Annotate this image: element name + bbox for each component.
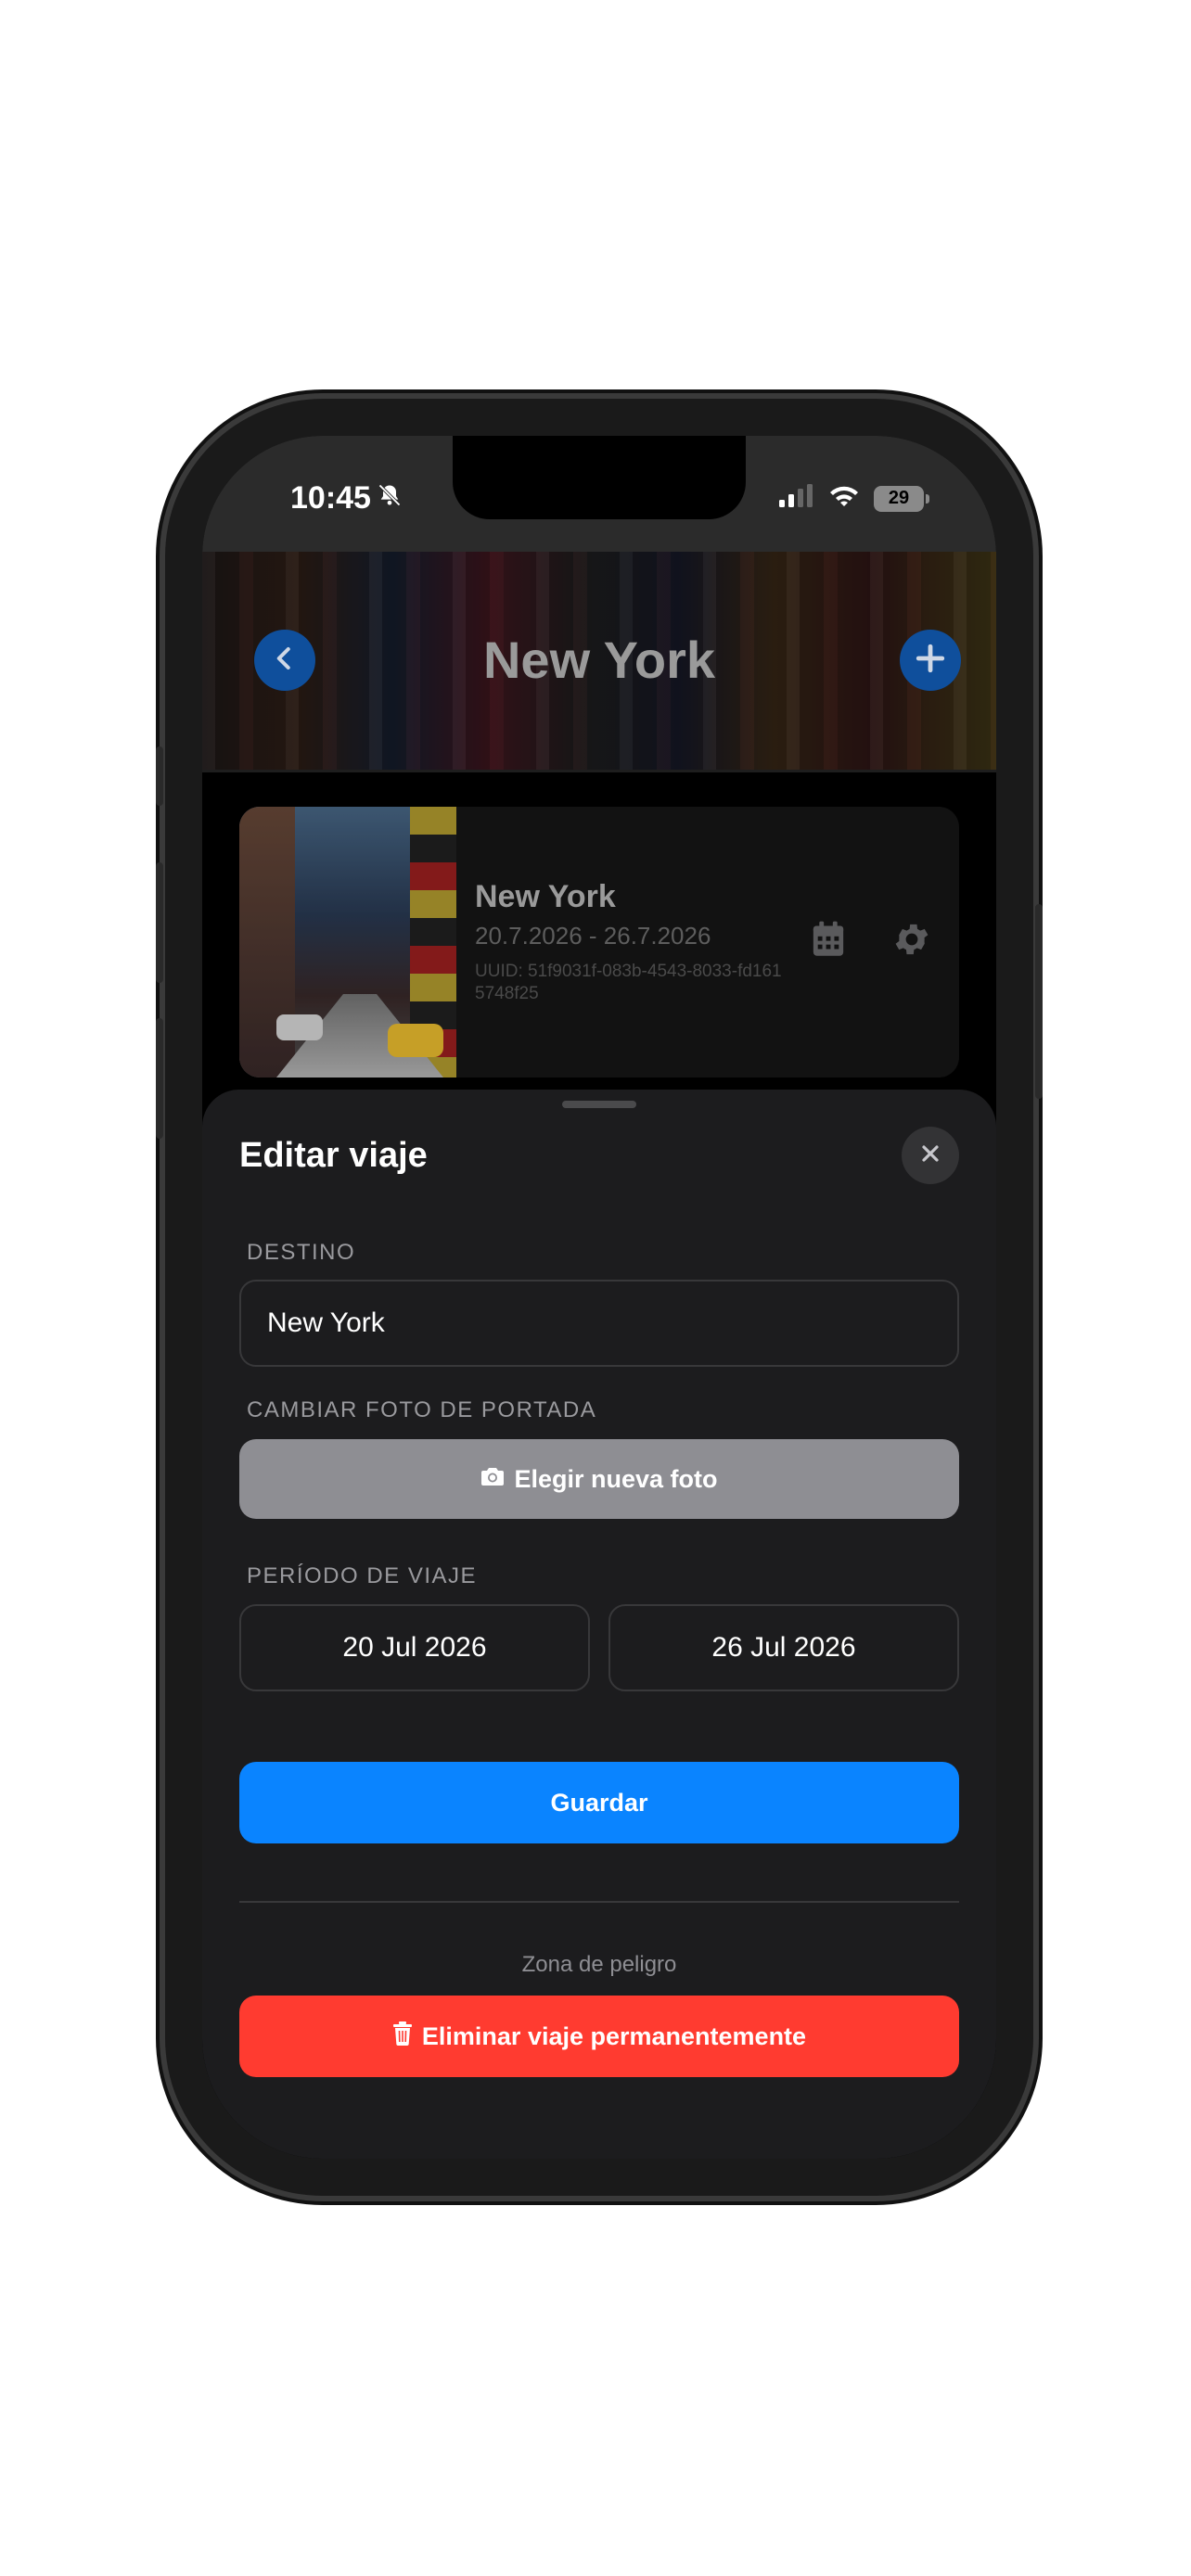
destination-value: New York: [267, 1307, 385, 1338]
delete-trip-button[interactable]: Eliminar viaje permanentemente: [239, 1996, 959, 2077]
end-date-value: 26 Jul 2026: [711, 1632, 856, 1663]
volume-up-button: [156, 862, 163, 983]
cover-photo-label: CAMBIAR FOTO DE PORTADA: [247, 1397, 597, 1422]
section-divider: [239, 1901, 959, 1903]
cellular-signal-icon: [777, 484, 814, 513]
status-time: 10:45: [290, 480, 403, 516]
edit-trip-sheet: Editar viaje DESTINO New York CAMBIAR FO…: [202, 1090, 996, 2159]
calendar-icon[interactable]: [805, 916, 852, 963]
choose-photo-button[interactable]: Elegir nueva foto: [239, 1439, 959, 1519]
volume-down-button: [156, 1018, 163, 1139]
page-title: New York: [482, 631, 716, 689]
screen: 10:45 29 New York New York 20.7.2026 - 2…: [202, 436, 996, 2159]
trip-card-dates: 20.7.2026 - 26.7.2026: [475, 922, 711, 950]
time-label: 10:45: [290, 480, 371, 516]
trip-card-uuid: UUID: 51f9031f-083b-4543-8033-fd1615748f…: [475, 962, 782, 1003]
save-label: Guardar: [550, 1788, 648, 1817]
gear-icon[interactable]: [889, 916, 935, 963]
battery-level: 29: [888, 488, 910, 508]
silent-switch: [156, 746, 163, 806]
delete-trip-label: Eliminar viaje permanentemente: [421, 2021, 807, 2050]
bell-muted-icon: [377, 480, 403, 516]
danger-zone-label: Zona de peligro: [521, 1952, 677, 1977]
notch: [453, 436, 746, 519]
destination-label: DESTINO: [247, 1240, 356, 1265]
power-button: [1035, 904, 1043, 1099]
plus-icon: [915, 643, 946, 679]
phone-frame: 10:45 29 New York New York 20.7.2026 - 2…: [156, 399, 1043, 2196]
close-button[interactable]: [902, 1127, 959, 1184]
start-date-picker[interactable]: 20 Jul 2026: [239, 1604, 590, 1691]
sheet-grabber[interactable]: [562, 1101, 636, 1108]
close-icon: [919, 1142, 941, 1169]
battery-icon: 29: [874, 485, 929, 512]
trash-icon: [392, 2021, 413, 2052]
save-button[interactable]: Guardar: [239, 1762, 959, 1843]
trip-header: New York: [202, 552, 996, 770]
sheet-title: Editar viaje: [239, 1136, 428, 1175]
trip-cover-image: [239, 807, 456, 1078]
start-date-value: 20 Jul 2026: [342, 1632, 487, 1663]
trip-card-title: New York: [475, 879, 616, 914]
trip-period-label: PERÍODO DE VIAJE: [247, 1563, 478, 1588]
trip-card[interactable]: New York 20.7.2026 - 26.7.2026 UUID: 51f…: [239, 807, 959, 1078]
header-divider: [202, 770, 996, 772]
end-date-picker[interactable]: 26 Jul 2026: [608, 1604, 959, 1691]
camera-icon: [480, 1465, 505, 1494]
destination-input[interactable]: New York: [239, 1280, 959, 1367]
choose-photo-label: Elegir nueva foto: [514, 1464, 718, 1493]
wifi-icon: [827, 484, 861, 513]
add-button[interactable]: [900, 630, 961, 691]
